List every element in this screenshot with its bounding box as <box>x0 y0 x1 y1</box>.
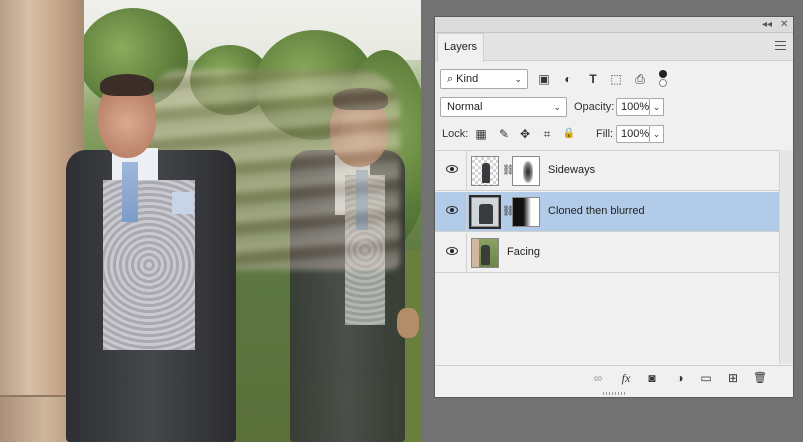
eye-icon[interactable] <box>446 247 458 255</box>
close-icon[interactable]: ✕ <box>780 18 788 32</box>
eye-icon[interactable] <box>446 206 458 214</box>
lock-transparent-pixels-icon[interactable]: ▦ <box>474 127 488 141</box>
smart-object-filter-icon[interactable]: ⎙ <box>633 72 647 86</box>
layer-row-cloned-then-blurred[interactable]: ⛓ Cloned then blurred <box>435 192 779 232</box>
kind-filter-label: Kind <box>456 73 479 85</box>
panel-tab-row: Layers <box>435 33 793 62</box>
layer-name[interactable]: Cloned then blurred <box>548 205 645 217</box>
new-layer-icon[interactable]: ⊞ <box>725 370 741 386</box>
layer-thumbnail[interactable] <box>471 238 499 268</box>
image-filter-icon[interactable]: ▣ <box>537 72 551 86</box>
adjustment-filter-icon[interactable]: ◐ <box>561 72 575 86</box>
type-filter-icon[interactable]: T <box>586 72 600 86</box>
opacity-dropdown-button[interactable]: ⌄ <box>650 98 664 116</box>
chevron-down-icon: ⌄ <box>514 74 522 84</box>
opacity-input[interactable]: 100% <box>616 98 650 116</box>
panel-resize-grip[interactable] <box>603 392 625 395</box>
trash-icon[interactable]: 🗑 <box>752 370 768 386</box>
add-mask-icon[interactable]: ◙ <box>644 370 660 386</box>
folder-icon[interactable]: ▭ <box>698 370 714 386</box>
adjustment-layer-icon[interactable]: ◑ <box>672 370 688 386</box>
blend-mode-select[interactable]: Normal ⌄ <box>440 97 567 117</box>
eye-icon[interactable] <box>446 165 458 173</box>
layer-thumbnail[interactable] <box>469 195 501 229</box>
filter-toggle-icon[interactable] <box>658 69 668 89</box>
layers-bottom-toolbar: ∞ fx ◙ ◑ ▭ ⊞ 🗑 <box>435 365 793 389</box>
double-chevron-left-icon[interactable]: ◂◂ <box>762 18 772 32</box>
kind-filter-select[interactable]: ⌕ Kind ⌄ <box>440 69 528 89</box>
layer-mask-thumbnail[interactable] <box>512 156 540 186</box>
link-layers-icon[interactable]: ∞ <box>590 370 606 386</box>
visibility-cell <box>435 192 467 232</box>
layer-thumbnail[interactable] <box>471 156 499 186</box>
visibility-cell <box>435 151 467 191</box>
lock-position-icon[interactable]: ✥ <box>518 127 532 141</box>
fill-label: Fill: <box>596 128 614 140</box>
tab-layers[interactable]: Layers <box>437 33 484 62</box>
chain-link-icon[interactable]: ⛓ <box>502 205 515 219</box>
lock-image-pixels-icon[interactable]: ✎ <box>497 127 511 141</box>
layer-mask-thumbnail[interactable] <box>512 197 540 227</box>
document-canvas[interactable] <box>0 0 421 442</box>
layers-scrollbar[interactable] <box>779 150 793 364</box>
lock-label: Lock: <box>442 128 469 140</box>
panel-title-bar[interactable]: ◂◂ ✕ <box>435 17 793 33</box>
hamburger-menu-icon[interactable] <box>775 41 786 50</box>
layer-name[interactable]: Sideways <box>548 164 595 176</box>
chevron-down-icon: ⌄ <box>553 102 561 112</box>
layers-panel: ◂◂ ✕ Layers ⌕ Kind ⌄ ▣ ◐ T ⬚ ⎙ Normal ⌄ O… <box>434 16 794 398</box>
search-icon: ⌕ <box>447 73 454 85</box>
fx-icon[interactable]: fx <box>618 370 634 386</box>
layer-row-facing[interactable]: Facing <box>435 233 779 273</box>
shape-filter-icon[interactable]: ⬚ <box>609 72 623 86</box>
fill-dropdown-button[interactable]: ⌄ <box>650 125 664 143</box>
chain-link-icon[interactable]: ⛓ <box>502 164 515 178</box>
lock-artboard-icon[interactable]: ⌗ <box>540 127 554 141</box>
visibility-cell <box>435 233 467 273</box>
fill-input[interactable]: 100% <box>616 125 650 143</box>
layers-list: ⛓ Sideways ⛓ Cloned then blurred Facing <box>435 150 779 364</box>
opacity-label: Opacity: <box>574 101 615 113</box>
layer-row-sideways[interactable]: ⛓ Sideways <box>435 151 779 191</box>
blend-mode-value: Normal <box>447 101 483 113</box>
layer-name[interactable]: Facing <box>507 246 540 258</box>
lock-all-icon[interactable]: 🔒 <box>562 127 576 141</box>
